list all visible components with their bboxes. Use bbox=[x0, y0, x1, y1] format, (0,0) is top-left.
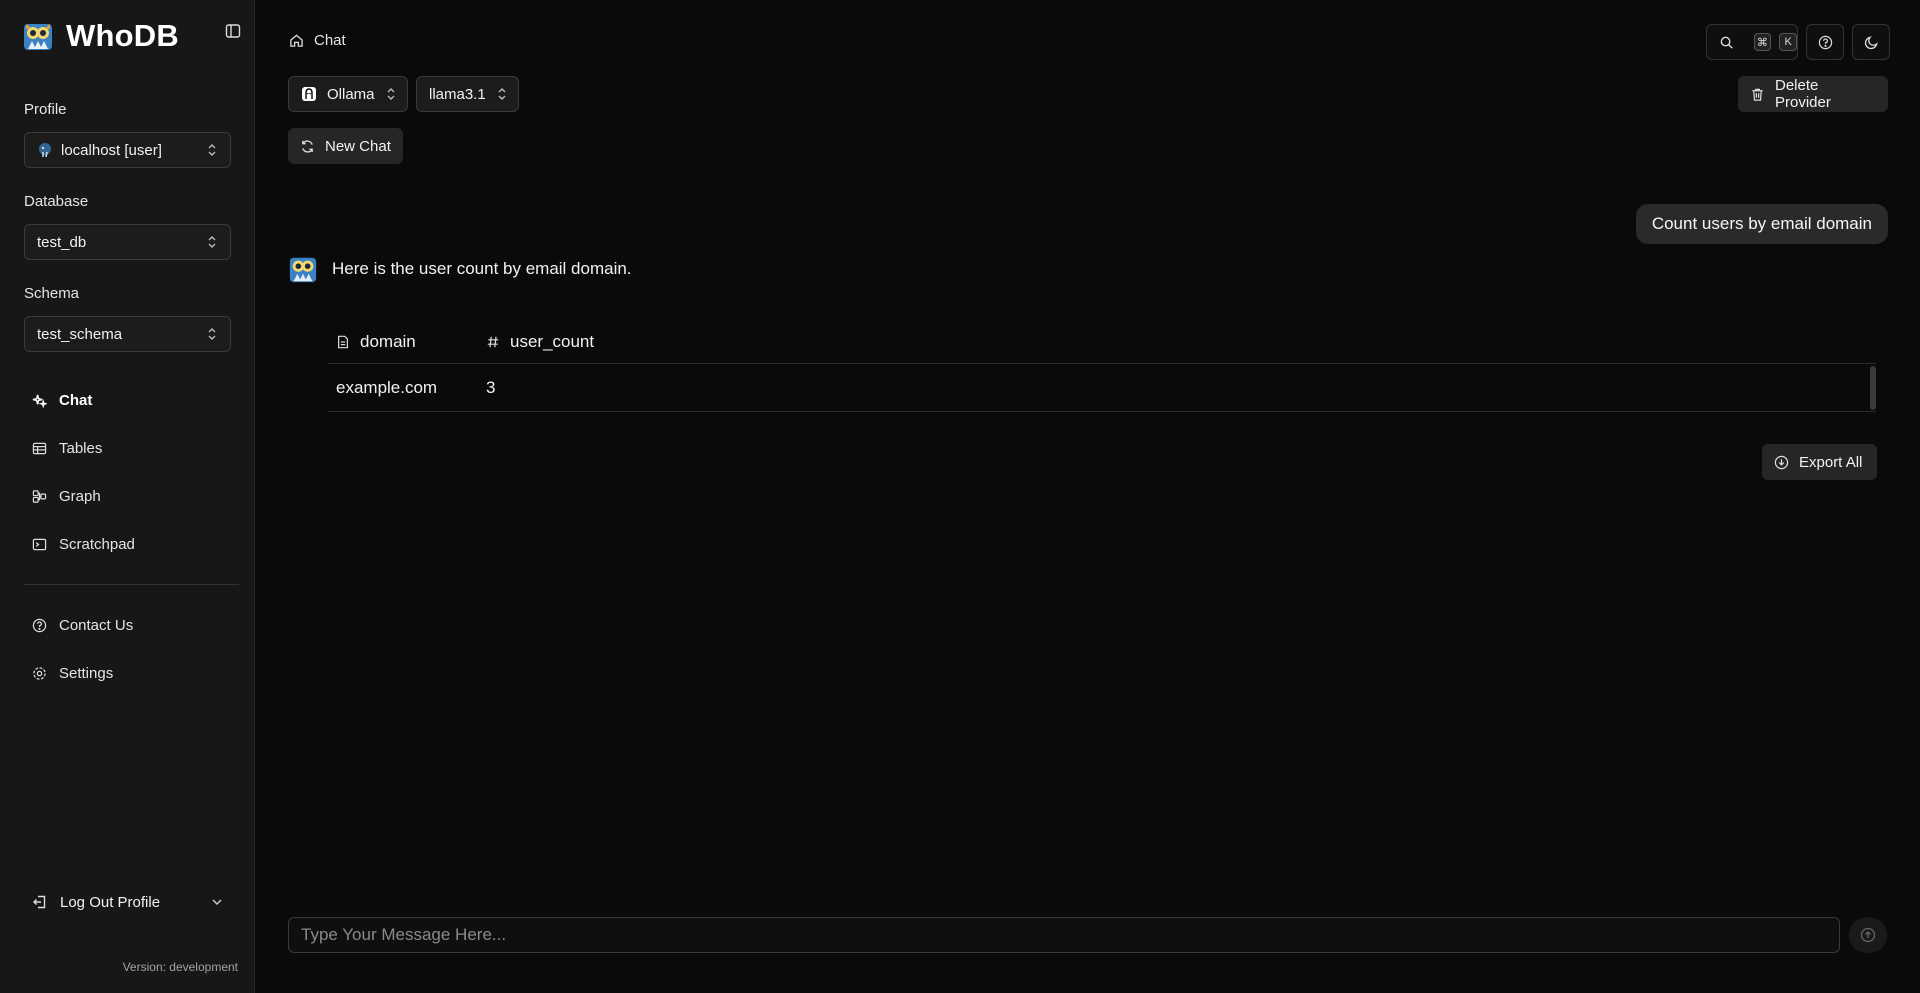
logout-label: Log Out Profile bbox=[60, 893, 161, 911]
model-select[interactable]: llama3.1 bbox=[416, 76, 519, 112]
help-circle-icon bbox=[1818, 35, 1833, 50]
sidebar-item-chat[interactable]: Chat bbox=[24, 382, 239, 418]
schema-select[interactable]: test_schema bbox=[24, 316, 231, 352]
terminal-icon bbox=[32, 537, 47, 552]
breadcrumb-label: Chat bbox=[314, 32, 346, 49]
send-button[interactable] bbox=[1849, 917, 1887, 953]
app-name: WhoDB bbox=[66, 18, 179, 53]
chevron-down-icon[interactable] bbox=[210, 895, 224, 909]
sidebar-item-label: Chat bbox=[59, 391, 93, 409]
version-text: Version: development bbox=[122, 960, 238, 974]
delete-provider-label: Delete Provider bbox=[1775, 77, 1831, 111]
search-icon bbox=[1719, 35, 1734, 50]
database-select[interactable]: test_db bbox=[24, 224, 231, 260]
sidebar-item-contact-us[interactable]: Contact Us bbox=[24, 607, 239, 643]
sidebar-item-graph[interactable]: Graph bbox=[24, 478, 239, 514]
logout-button[interactable]: Log Out Profile bbox=[24, 884, 224, 920]
moon-icon bbox=[1864, 35, 1879, 50]
help-button[interactable] bbox=[1806, 24, 1844, 60]
message-input[interactable] bbox=[288, 917, 1840, 953]
database-value: test_db bbox=[37, 233, 87, 251]
home-icon bbox=[289, 33, 304, 48]
theme-toggle-button[interactable] bbox=[1852, 24, 1890, 60]
profile-value: localhost [user] bbox=[61, 141, 162, 159]
column-header-user-count[interactable]: user_count bbox=[478, 332, 678, 352]
sidebar-item-tables[interactable]: Tables bbox=[24, 430, 239, 466]
gear-icon bbox=[32, 666, 47, 681]
logout-icon bbox=[32, 894, 48, 910]
bot-message: Here is the user count by email domain. bbox=[288, 254, 632, 284]
export-all-label: Export All bbox=[1799, 453, 1863, 471]
sidebar-divider bbox=[24, 584, 239, 585]
new-chat-label: New Chat bbox=[325, 137, 391, 155]
provider-select[interactable]: Ollama bbox=[288, 76, 408, 112]
chevron-updown-icon bbox=[206, 327, 218, 341]
table-scrollbar[interactable] bbox=[1870, 366, 1876, 410]
sidebar-item-label: Scratchpad bbox=[59, 535, 135, 553]
owl-logo-icon bbox=[22, 20, 54, 52]
column-header-label: domain bbox=[360, 331, 416, 351]
graph-icon bbox=[32, 489, 47, 504]
sidebar-item-label: Settings bbox=[59, 664, 114, 682]
schema-label: Schema bbox=[24, 285, 80, 302]
table-cell[interactable]: example.com bbox=[328, 378, 478, 398]
sidebar-toggle-icon[interactable] bbox=[222, 20, 244, 42]
trash-icon bbox=[1750, 87, 1765, 102]
sidebar-item-scratchpad[interactable]: Scratchpad bbox=[24, 526, 239, 562]
help-circle-icon bbox=[32, 618, 47, 633]
chevron-updown-icon bbox=[206, 143, 218, 157]
sidebar-item-label: Graph bbox=[59, 487, 101, 505]
kbd-k: K bbox=[1779, 33, 1797, 51]
table-cell[interactable]: 3 bbox=[478, 378, 678, 398]
kbd-cmd: ⌘ bbox=[1753, 33, 1772, 51]
sidebar-item-settings[interactable]: Settings bbox=[24, 655, 239, 691]
chevron-updown-icon bbox=[496, 87, 508, 101]
column-header-domain[interactable]: domain bbox=[328, 332, 478, 352]
result-table: domain user_count example.com 3 bbox=[328, 320, 1876, 412]
sidebar-item-label: Tables bbox=[59, 439, 103, 457]
download-circle-icon bbox=[1774, 455, 1789, 470]
database-label: Database bbox=[24, 193, 89, 210]
postgres-elephant-icon bbox=[37, 142, 53, 158]
ollama-icon bbox=[301, 86, 317, 102]
user-message: Count users by email domain bbox=[1635, 204, 1888, 244]
file-icon bbox=[336, 335, 350, 349]
sidebar: WhoDB Profile localhost [user] Database … bbox=[0, 0, 255, 993]
table-row[interactable]: example.com 3 bbox=[328, 364, 1876, 412]
profile-select[interactable]: localhost [user] bbox=[24, 132, 231, 168]
breadcrumb[interactable]: Chat bbox=[289, 32, 346, 49]
hash-icon bbox=[486, 335, 500, 349]
chevron-updown-icon bbox=[385, 87, 397, 101]
model-value: llama3.1 bbox=[429, 85, 486, 103]
column-header-label: user_count bbox=[510, 331, 595, 351]
header-actions: ⌘ K bbox=[1706, 24, 1890, 60]
bot-message-text: Here is the user count by email domain. bbox=[332, 259, 632, 278]
chat-sparkle-icon bbox=[32, 393, 47, 408]
profile-label: Profile bbox=[24, 101, 67, 118]
refresh-icon bbox=[300, 139, 315, 154]
send-circle-icon bbox=[1860, 927, 1876, 943]
schema-value: test_schema bbox=[37, 325, 123, 343]
table-header: domain user_count bbox=[328, 320, 1876, 364]
delete-provider-button[interactable]: Delete Provider bbox=[1738, 76, 1888, 112]
provider-value: Ollama bbox=[327, 85, 375, 103]
sidebar-item-label: Contact Us bbox=[59, 616, 134, 634]
chevron-updown-icon bbox=[206, 235, 218, 249]
owl-avatar-icon bbox=[288, 254, 318, 284]
new-chat-button[interactable]: New Chat bbox=[288, 128, 403, 164]
table-icon bbox=[32, 441, 47, 456]
brand[interactable]: WhoDB bbox=[22, 18, 179, 54]
search-button[interactable]: ⌘ K bbox=[1706, 24, 1798, 60]
export-all-button[interactable]: Export All bbox=[1762, 444, 1877, 480]
